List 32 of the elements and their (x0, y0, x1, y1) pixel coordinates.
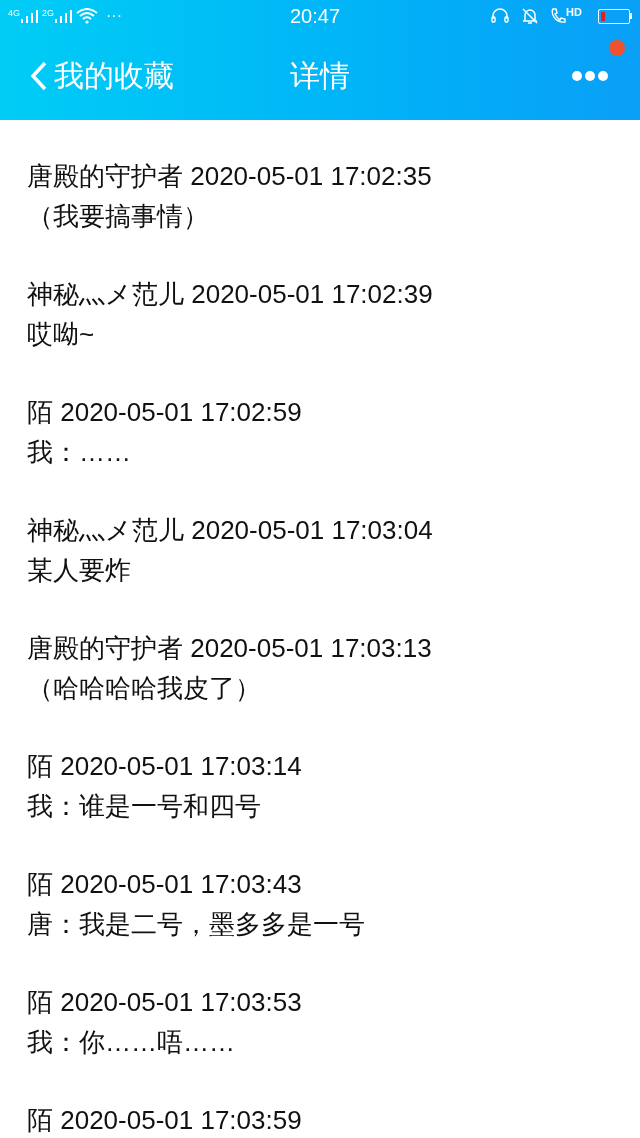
phone-icon (550, 7, 567, 25)
chevron-left-icon (30, 61, 48, 91)
battery-icon (598, 8, 632, 24)
more-icon (571, 70, 609, 82)
headset-icon (490, 7, 511, 25)
network-label: 4G (8, 9, 20, 18)
message-header: 陌 2020-05-01 17:03:59 (27, 1104, 303, 1137)
message-text: 我：…… (27, 436, 132, 469)
signal-icon (20, 9, 38, 23)
message-text: 哎呦~ (27, 318, 96, 351)
page-title: 详情 (290, 61, 350, 91)
message-header: 神秘灬メ范儿 2020-05-01 17:03:04 (27, 514, 434, 547)
more-indicator: ··· (106, 8, 122, 24)
signal-icon (54, 9, 73, 23)
message-text: （哈哈哈哈我皮了） (27, 672, 262, 705)
message-header: 神秘灬メ范儿 2020-05-01 17:02:39 (27, 278, 434, 311)
message-header: 唐殿的守护者 2020-05-01 17:02:35 (27, 160, 433, 193)
message-header: 陌 2020-05-01 17:03:43 (27, 868, 303, 901)
message-header: 陌 2020-05-01 17:02:59 (27, 396, 303, 429)
message-text: 我：你……唔…… (27, 1026, 236, 1059)
hd-label: HD (566, 7, 582, 18)
wifi-icon (76, 8, 99, 24)
message-header: 陌 2020-05-01 17:03:14 (27, 750, 303, 783)
message-header: 陌 2020-05-01 17:03:53 (27, 986, 303, 1019)
message-text: （我要搞事情） (27, 200, 210, 233)
message-text: 某人要炸 (27, 554, 132, 587)
network-label: 2G (42, 9, 55, 18)
clock: 20:47 (290, 4, 341, 28)
message-text: 唐：我是二号，墨多多是一号 (27, 908, 366, 941)
back-button[interactable]: 我的收藏 (30, 61, 174, 91)
message-text: 我：谁是一号和四号 (27, 790, 262, 823)
message-header: 唐殿的守护者 2020-05-01 17:03:13 (27, 632, 433, 665)
